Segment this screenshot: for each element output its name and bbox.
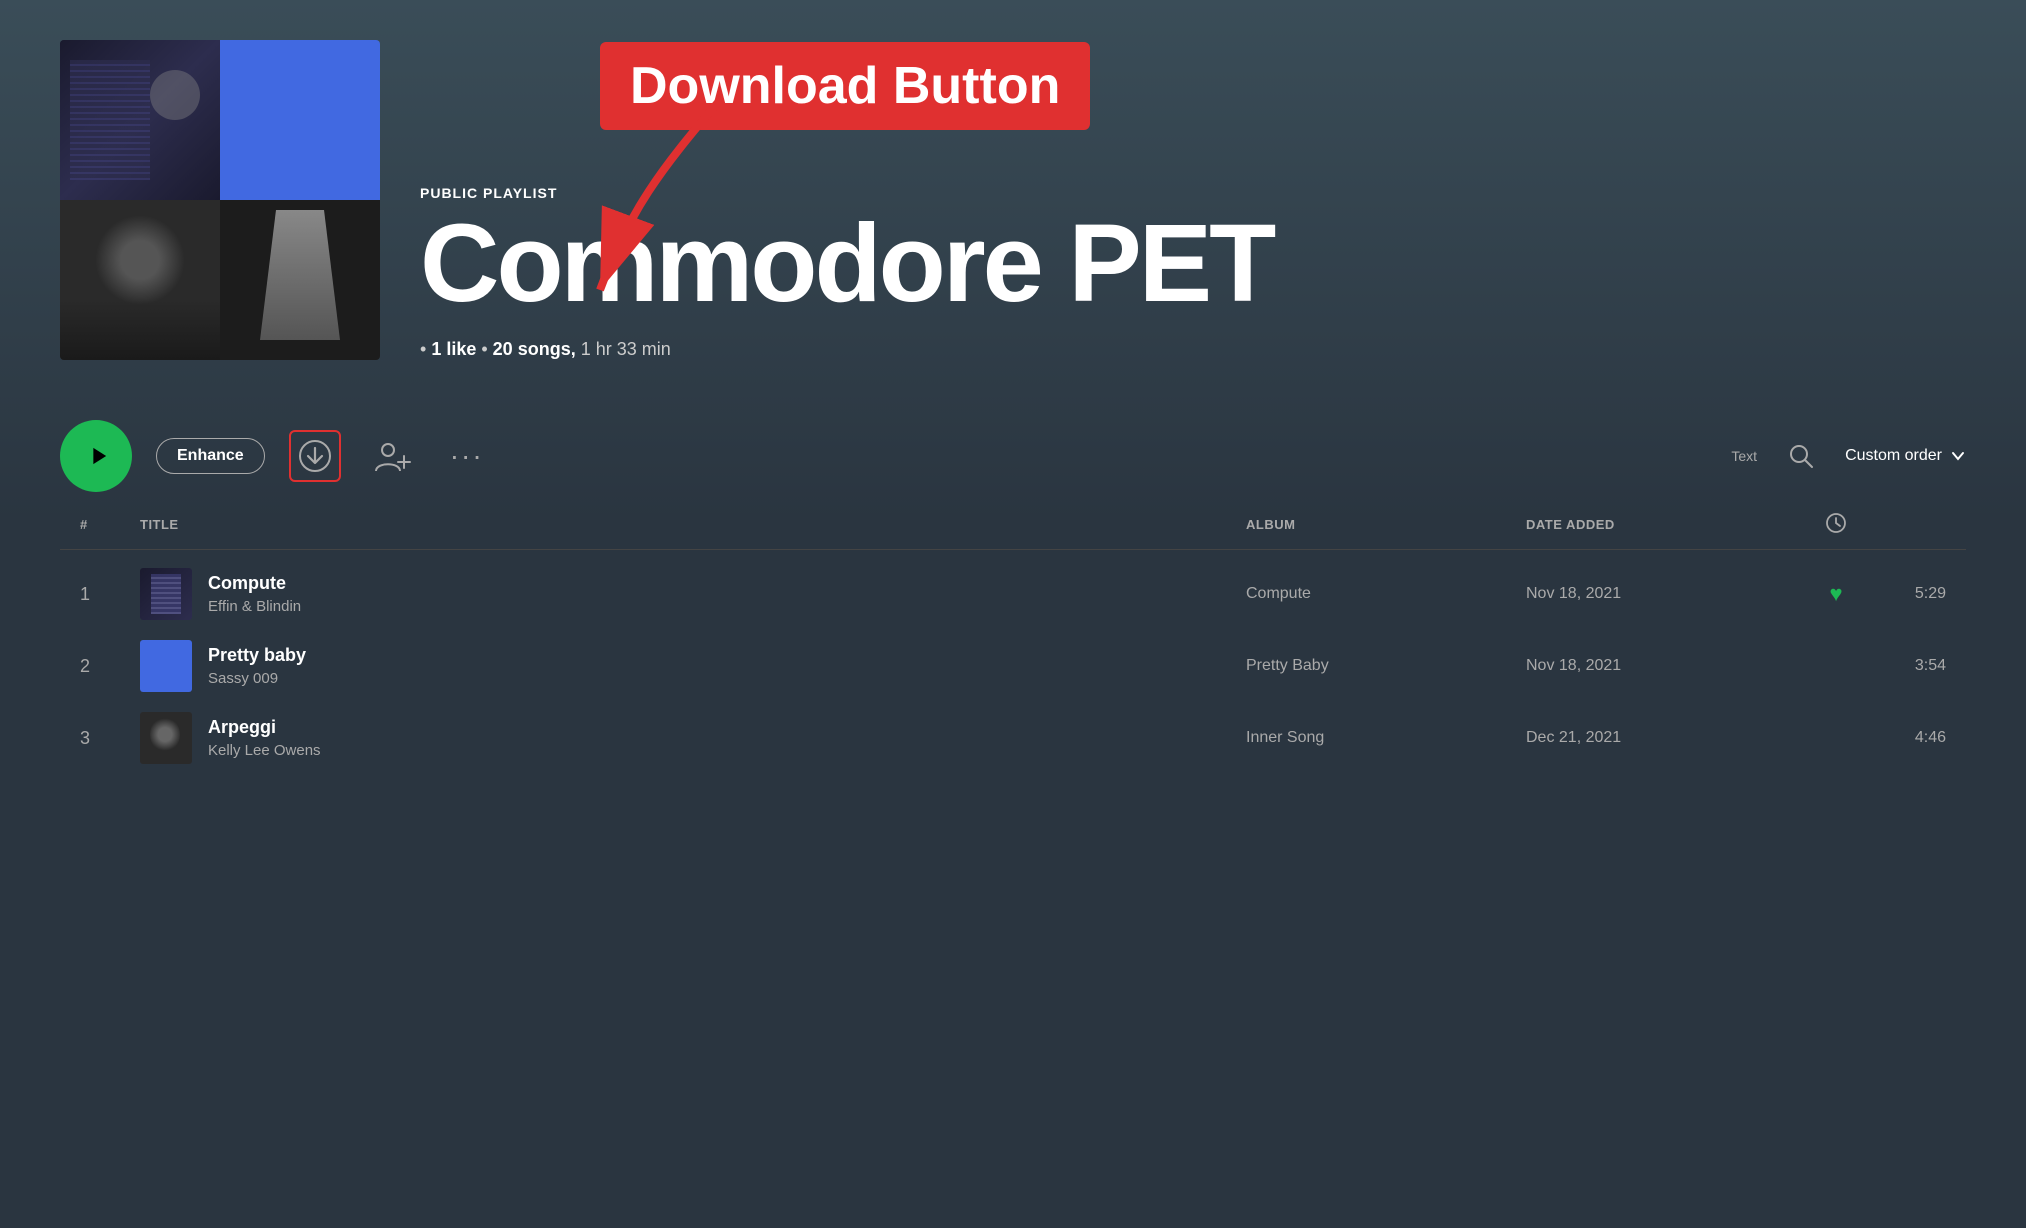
track-artist: Kelly Lee Owens <box>208 742 321 759</box>
cover-cell-1-inner <box>60 40 220 200</box>
track-duration: 4:46 <box>1866 729 1946 747</box>
more-options-button[interactable]: ··· <box>441 430 493 482</box>
col-header-duration-icon <box>1806 512 1866 537</box>
text-label: Text <box>1731 448 1757 464</box>
custom-order-button[interactable]: Custom order <box>1845 447 1966 465</box>
track-album: Inner Song <box>1246 729 1526 747</box>
track-artist: Sassy 009 <box>208 670 306 687</box>
col-header-title: TITLE <box>140 517 1246 532</box>
track-thumbnail <box>140 640 192 692</box>
likes-count: 1 like <box>431 339 476 359</box>
col-header-num: # <box>80 517 140 532</box>
annotation-arrow <box>570 90 770 315</box>
table-row[interactable]: 1 Compute Effin & Blindin Compute Nov 18… <box>60 558 1966 630</box>
track-number: 1 <box>80 584 140 605</box>
track-info: Compute Effin & Blindin <box>140 568 1246 620</box>
track-name-artist: Pretty baby Sassy 009 <box>208 645 306 687</box>
play-icon <box>84 442 112 470</box>
track-number: 3 <box>80 728 140 749</box>
track-duration: 5:29 <box>1866 585 1946 603</box>
track-date-added: Nov 18, 2021 <box>1526 657 1806 675</box>
track-name-artist: Compute Effin & Blindin <box>208 573 301 615</box>
track-info: Arpeggi Kelly Lee Owens <box>140 712 1246 764</box>
track-name: Arpeggi <box>208 717 321 738</box>
table-row[interactable]: 2 Pretty baby Sassy 009 Pretty Baby Nov … <box>60 630 1966 702</box>
custom-order-label: Custom order <box>1845 447 1942 465</box>
playlist-cover <box>60 40 380 360</box>
track-artist: Effin & Blindin <box>208 598 301 615</box>
cover-cell-4 <box>220 200 380 360</box>
col-header-album: ALBUM <box>1246 517 1526 532</box>
chevron-down-icon <box>1950 448 1966 464</box>
track-list: 1 Compute Effin & Blindin Compute Nov 18… <box>60 558 1966 774</box>
track-name: Pretty baby <box>208 645 306 666</box>
track-date-added: Nov 18, 2021 <box>1526 585 1806 603</box>
download-icon <box>298 439 332 473</box>
download-button[interactable] <box>289 430 341 482</box>
clock-icon <box>1825 512 1847 534</box>
cover-cell-3 <box>60 200 220 360</box>
track-duration: 3:54 <box>1866 657 1946 675</box>
track-name-artist: Arpeggi Kelly Lee Owens <box>208 717 321 759</box>
track-album: Compute <box>1246 585 1526 603</box>
add-user-button[interactable] <box>365 430 417 482</box>
controls-section: Enhance ··· Text <box>60 392 1966 512</box>
playlist-meta: • 1 like • 20 songs, 1 hr 33 min <box>420 339 1966 360</box>
cover-cell-2 <box>220 40 380 200</box>
track-name: Compute <box>208 573 301 594</box>
table-row[interactable]: 3 Arpeggi Kelly Lee Owens Inner Song Dec… <box>60 702 1966 774</box>
track-album: Pretty Baby <box>1246 657 1526 675</box>
track-thumbnail <box>140 568 192 620</box>
enhance-button[interactable]: Enhance <box>156 438 265 474</box>
track-table: # TITLE ALBUM DATE ADDED 1 Compute Effin… <box>60 512 1966 774</box>
play-button[interactable] <box>60 420 132 492</box>
search-icon <box>1788 443 1814 469</box>
cover-cell-1 <box>60 40 220 200</box>
duration: 1 hr 33 min <box>581 339 671 359</box>
track-info: Pretty baby Sassy 009 <box>140 640 1246 692</box>
track-number: 2 <box>80 656 140 677</box>
table-header: # TITLE ALBUM DATE ADDED <box>60 512 1966 550</box>
col-header-date: DATE ADDED <box>1526 517 1806 532</box>
track-date-added: Dec 21, 2021 <box>1526 729 1806 747</box>
add-user-icon <box>371 436 411 476</box>
songs-count: 20 songs, <box>493 339 576 359</box>
more-dots: ··· <box>450 440 484 472</box>
track-thumbnail <box>140 712 192 764</box>
search-button[interactable] <box>1781 436 1821 476</box>
track-liked-icon: ♥ <box>1806 581 1866 607</box>
